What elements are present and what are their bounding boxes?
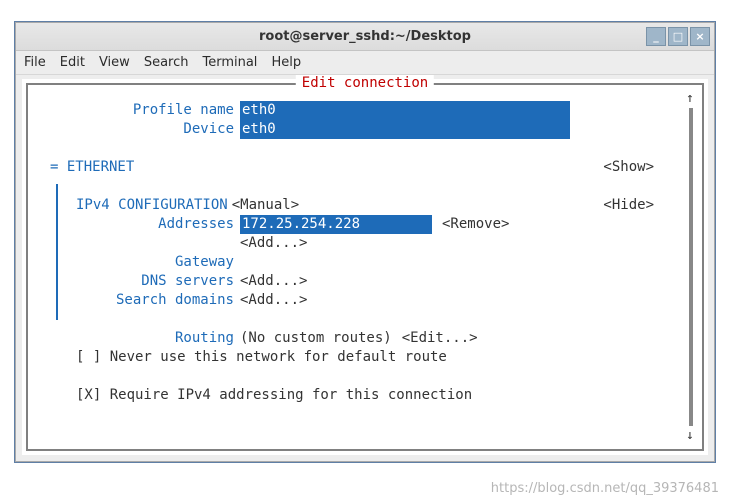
- menu-search[interactable]: Search: [144, 55, 189, 70]
- address-remove-button[interactable]: <Remove>: [442, 215, 509, 234]
- require-ipv4-checkbox[interactable]: [X] Require IPv4 addressing for this con…: [76, 386, 472, 405]
- routing-value: (No custom routes): [240, 329, 392, 348]
- minimize-button[interactable]: _: [646, 27, 666, 46]
- device-input[interactable]: eth0: [240, 120, 570, 139]
- device-label: Device: [50, 120, 240, 139]
- terminal-content: Edit connection Profile name eth0 Device…: [22, 79, 708, 455]
- ethernet-header: = ETHERNET: [50, 158, 134, 177]
- menu-bar: File Edit View Search Terminal Help: [16, 51, 714, 75]
- profile-name-input[interactable]: eth0: [240, 101, 570, 120]
- watermark-text: https://blog.csdn.net/qq_39376481: [491, 481, 719, 496]
- addresses-label: Addresses: [76, 215, 240, 234]
- maximize-button[interactable]: □: [668, 27, 688, 46]
- dialog-title: Edit connection: [296, 75, 434, 91]
- scrollbar-track[interactable]: [689, 108, 693, 426]
- never-default-checkbox[interactable]: [ ] Never use this network for default r…: [76, 348, 447, 367]
- close-button[interactable]: ×: [690, 27, 710, 46]
- routing-edit-button[interactable]: <Edit...>: [402, 329, 478, 348]
- profile-name-label: Profile name: [50, 101, 240, 120]
- menu-edit[interactable]: Edit: [60, 55, 85, 70]
- ipv4-mode-select[interactable]: <Manual>: [232, 196, 299, 215]
- ipv4-hide-button[interactable]: <Hide>: [603, 196, 654, 215]
- menu-terminal[interactable]: Terminal: [202, 55, 257, 70]
- terminal-window: root@server_sshd:~/Desktop _ □ × File Ed…: [15, 22, 715, 462]
- ipv4-config-header: IPv4 CONFIGURATION: [76, 196, 232, 215]
- routing-label: Routing: [76, 329, 240, 348]
- window-title: root@server_sshd:~/Desktop: [259, 29, 471, 44]
- addresses-input[interactable]: 172.25.254.228: [240, 215, 432, 234]
- gateway-label: Gateway: [76, 253, 240, 272]
- titlebar: root@server_sshd:~/Desktop _ □ ×: [16, 23, 714, 51]
- menu-file[interactable]: File: [24, 55, 46, 70]
- ethernet-show-button[interactable]: <Show>: [603, 158, 654, 177]
- menu-help[interactable]: Help: [271, 55, 301, 70]
- menu-view[interactable]: View: [99, 55, 130, 70]
- address-add-button[interactable]: <Add...>: [240, 234, 307, 253]
- scroll-up-icon[interactable]: ↑: [686, 91, 696, 106]
- dns-servers-label: DNS servers: [76, 272, 240, 291]
- scrollbar[interactable]: ↑ ↓: [686, 91, 696, 443]
- search-domains-label: Search domains: [76, 291, 240, 310]
- scroll-down-icon[interactable]: ↓: [686, 428, 696, 443]
- search-domain-add-button[interactable]: <Add...>: [240, 291, 307, 310]
- dns-add-button[interactable]: <Add...>: [240, 272, 307, 291]
- tui-dialog: Edit connection Profile name eth0 Device…: [26, 83, 704, 451]
